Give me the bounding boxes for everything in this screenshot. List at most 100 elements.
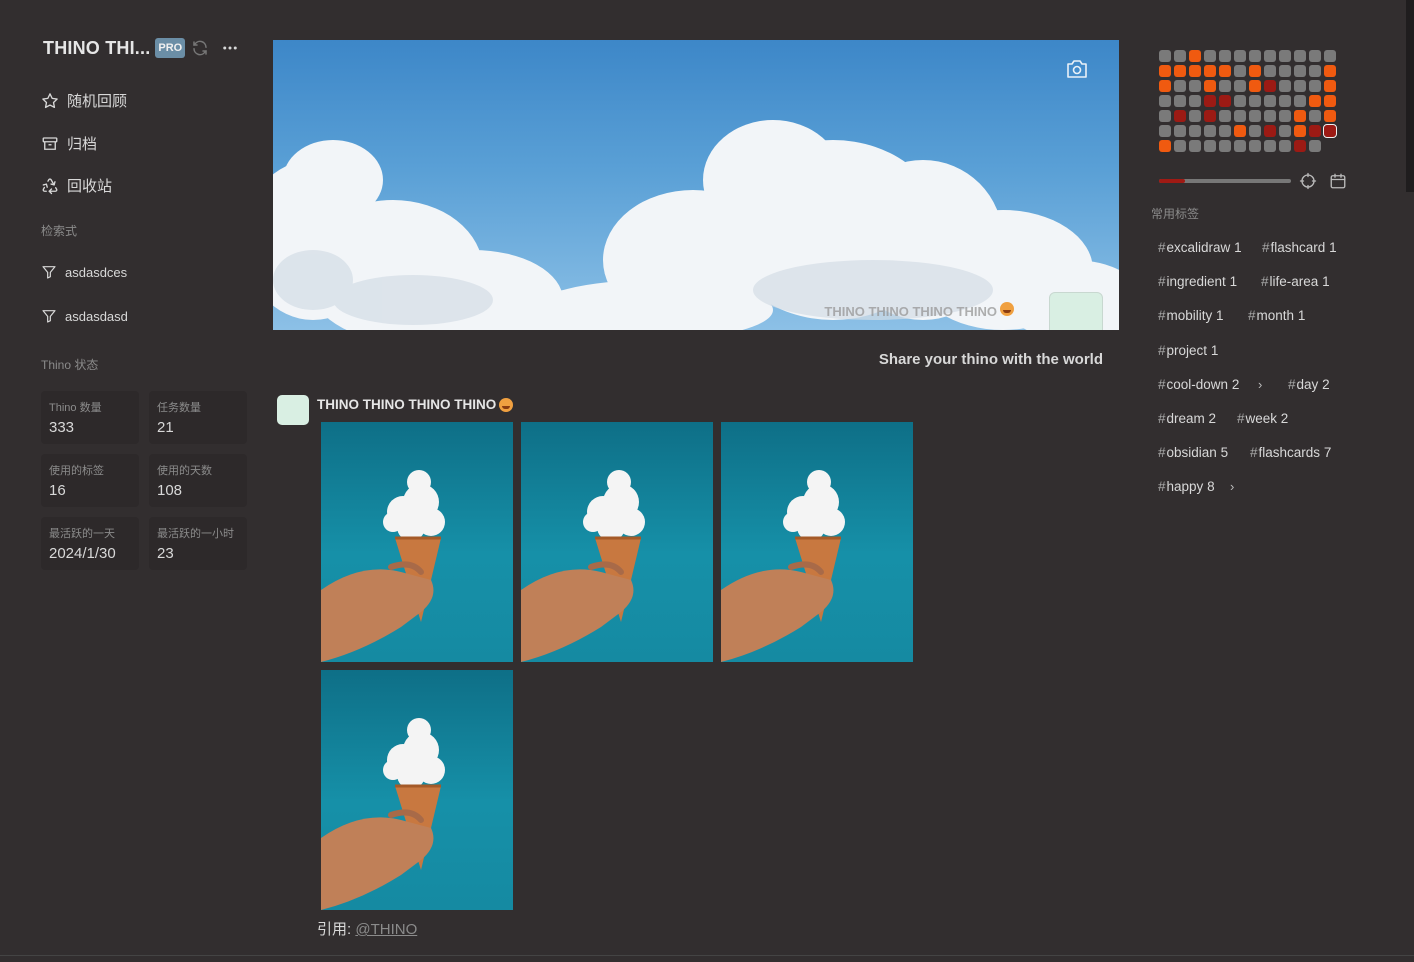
heatmap-cell[interactable]: [1279, 80, 1291, 92]
locate-icon[interactable]: [1299, 172, 1317, 190]
heatmap-cell[interactable]: [1249, 80, 1261, 92]
heatmap-cell[interactable]: [1219, 65, 1231, 77]
heatmap-cell[interactable]: [1309, 50, 1321, 62]
heatmap-cell[interactable]: [1309, 125, 1321, 137]
calendar-icon[interactable]: [1329, 172, 1347, 190]
heatmap-cell[interactable]: [1219, 50, 1231, 62]
heatmap-cell[interactable]: [1324, 110, 1336, 122]
heatmap-cell[interactable]: [1174, 110, 1186, 122]
heatmap-cell[interactable]: [1294, 95, 1306, 107]
heatmap-cell[interactable]: [1264, 140, 1276, 152]
heatmap-cell[interactable]: [1219, 95, 1231, 107]
query-item-2[interactable]: asdasdasd: [41, 308, 128, 324]
heatmap-cell[interactable]: [1159, 65, 1171, 77]
tag-happy[interactable]: #happy 8: [1158, 479, 1215, 494]
heatmap-cell[interactable]: [1234, 65, 1246, 77]
camera-icon[interactable]: [1065, 58, 1089, 80]
heatmap-cell[interactable]: [1294, 80, 1306, 92]
tag-dream[interactable]: #dream 2: [1158, 411, 1216, 426]
heatmap-cell[interactable]: [1249, 65, 1261, 77]
chevron-right-icon[interactable]: ›: [1258, 377, 1262, 392]
heatmap-cell[interactable]: [1219, 80, 1231, 92]
nav-archive[interactable]: 归档: [41, 133, 97, 154]
nav-random-review[interactable]: 随机回顾: [41, 90, 127, 111]
heatmap-cell[interactable]: [1294, 65, 1306, 77]
heatmap-cell[interactable]: [1189, 125, 1201, 137]
sync-icon[interactable]: [191, 39, 209, 57]
heatmap-cell[interactable]: [1264, 65, 1276, 77]
heatmap-cell[interactable]: [1189, 110, 1201, 122]
heatmap-cell[interactable]: [1294, 110, 1306, 122]
heatmap-cell[interactable]: [1249, 140, 1261, 152]
heatmap-cell[interactable]: [1159, 125, 1171, 137]
heatmap-cell[interactable]: [1174, 95, 1186, 107]
heatmap-cell[interactable]: [1309, 140, 1321, 152]
heatmap-cell[interactable]: [1324, 80, 1336, 92]
heatmap-cell[interactable]: [1309, 80, 1321, 92]
tag-mobility[interactable]: #mobility 1: [1158, 308, 1224, 323]
heatmap-cell[interactable]: [1249, 95, 1261, 107]
heatmap-cell[interactable]: [1264, 50, 1276, 62]
heatmap-cell[interactable]: [1204, 50, 1216, 62]
tag-obsidian[interactable]: #obsidian 5: [1158, 445, 1228, 460]
heatmap-cell[interactable]: [1174, 65, 1186, 77]
heatmap-cell[interactable]: [1264, 125, 1276, 137]
heatmap-cell[interactable]: [1279, 140, 1291, 152]
query-item-1[interactable]: asdasdces: [41, 264, 127, 280]
heatmap-cell[interactable]: [1324, 65, 1336, 77]
tag-cool-down[interactable]: #cool-down 2: [1158, 377, 1239, 392]
tag-life-area[interactable]: #life-area 1: [1261, 274, 1330, 289]
app-title[interactable]: THINO THI...: [43, 38, 150, 59]
heatmap-cell[interactable]: [1279, 95, 1291, 107]
heatmap-cell[interactable]: [1189, 80, 1201, 92]
more-icon[interactable]: [221, 39, 239, 57]
heatmap-cell[interactable]: [1219, 140, 1231, 152]
heatmap-cell[interactable]: [1249, 125, 1261, 137]
memo-avatar[interactable]: [277, 395, 309, 425]
heatmap-cell[interactable]: [1294, 125, 1306, 137]
heatmap-cell[interactable]: [1279, 125, 1291, 137]
memo-image-2[interactable]: [521, 422, 713, 662]
heatmap-cell[interactable]: [1174, 125, 1186, 137]
tag-flashcards[interactable]: #flashcards 7: [1250, 445, 1331, 460]
heatmap-cell[interactable]: [1174, 50, 1186, 62]
tag-flashcard[interactable]: #flashcard 1: [1262, 240, 1337, 255]
banner-image[interactable]: THINO THINO THINO THINO: [273, 40, 1119, 330]
heatmap-cell[interactable]: [1189, 65, 1201, 77]
heatmap-cell[interactable]: [1189, 140, 1201, 152]
heatmap-cell[interactable]: [1294, 140, 1306, 152]
heatmap-cell[interactable]: [1204, 65, 1216, 77]
heatmap-cell[interactable]: [1294, 50, 1306, 62]
heatmap-cell[interactable]: [1219, 125, 1231, 137]
heatmap-cell[interactable]: [1279, 110, 1291, 122]
heatmap-cell[interactable]: [1234, 95, 1246, 107]
heatmap-cell[interactable]: [1264, 80, 1276, 92]
heatmap-range-slider[interactable]: [1159, 179, 1291, 183]
heatmap-cell[interactable]: [1249, 50, 1261, 62]
heatmap-cell[interactable]: [1234, 140, 1246, 152]
heatmap-cell[interactable]: [1159, 95, 1171, 107]
heatmap-cell[interactable]: [1309, 95, 1321, 107]
heatmap-cell[interactable]: [1159, 80, 1171, 92]
heatmap-cell[interactable]: [1204, 140, 1216, 152]
heatmap-cell[interactable]: [1264, 110, 1276, 122]
heatmap-cell[interactable]: [1159, 50, 1171, 62]
memo-image-1[interactable]: [321, 422, 513, 662]
heatmap-cell[interactable]: [1264, 95, 1276, 107]
memo-image-4[interactable]: [321, 670, 513, 910]
tag-excalidraw[interactable]: #excalidraw 1: [1158, 240, 1242, 255]
heatmap-cell[interactable]: [1249, 110, 1261, 122]
tag-ingredient[interactable]: #ingredient 1: [1158, 274, 1237, 289]
heatmap-cell[interactable]: [1204, 80, 1216, 92]
heatmap-cell[interactable]: [1189, 50, 1201, 62]
heatmap-cell[interactable]: [1159, 140, 1171, 152]
heatmap-cell[interactable]: [1189, 95, 1201, 107]
tag-month[interactable]: #month 1: [1248, 308, 1305, 323]
heatmap-cell[interactable]: [1309, 110, 1321, 122]
heatmap-cell[interactable]: [1324, 50, 1336, 62]
memo-image-3[interactable]: [721, 422, 913, 662]
heatmap-cell[interactable]: [1204, 125, 1216, 137]
tag-project[interactable]: #project 1: [1158, 343, 1218, 358]
heatmap-cell[interactable]: [1234, 125, 1246, 137]
heatmap-cell[interactable]: [1219, 110, 1231, 122]
